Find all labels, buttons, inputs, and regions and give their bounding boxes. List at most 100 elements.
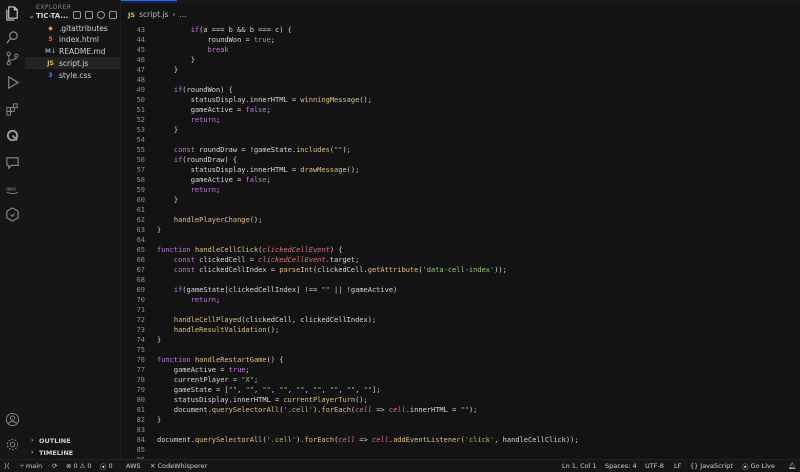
go-live-button[interactable]: ⦿ Go Live — [742, 460, 775, 472]
breadcrumb-file[interactable]: script.js — [139, 10, 168, 19]
collapse-all-icon[interactable] — [109, 11, 117, 19]
line-number: 48 — [136, 76, 145, 84]
error-icon: ⊗ — [66, 462, 72, 470]
code-line: if(roundWon) { — [173, 86, 233, 94]
codewhisperer-indicator[interactable]: ✕ CodeWhisperer — [150, 460, 207, 472]
code-line: statusDisplay.innerHTML = winningMessage… — [157, 96, 372, 104]
cursor-position-label: Ln 1, Col 1 — [562, 462, 597, 470]
code-line: } — [157, 196, 179, 204]
code-line: if(gameState[clickedCellIndex] !== "" ||… — [173, 286, 398, 294]
timeline-label: TIMELINE — [39, 448, 74, 457]
line-number: 80 — [136, 396, 145, 404]
code-line: } — [157, 226, 162, 234]
run-debug-icon[interactable] — [4, 74, 21, 91]
settings-gear-icon[interactable] — [4, 436, 21, 453]
code-line: } — [157, 66, 179, 74]
aws-label: AWS — [126, 462, 141, 470]
git-icon: ◆ — [48, 24, 53, 32]
breadcrumb-separator: › — [172, 10, 176, 19]
line-number: 43 — [136, 26, 145, 34]
go-live-label: Go Live — [750, 462, 775, 470]
line-number: 53 — [136, 126, 145, 134]
chevron-down-icon: ⌄ — [28, 11, 35, 20]
code-line: const roundDraw = !gameState.includes(""… — [173, 146, 351, 154]
line-number: 63 — [136, 226, 145, 234]
line-number: 60 — [136, 196, 145, 204]
code-line: handleResultValidation(); — [173, 326, 280, 334]
remote-explorer-icon[interactable] — [4, 127, 21, 144]
line-number: 66 — [136, 256, 145, 264]
line-number: 46 — [136, 56, 145, 64]
language-mode[interactable]: {} JavaScript — [690, 460, 733, 472]
breadcrumb-more[interactable]: ... — [179, 10, 186, 19]
encoding[interactable]: UTF-8 — [645, 460, 664, 472]
code-line: const clickedCell = clickedCellEvent.tar… — [173, 256, 360, 264]
file-item-index-html[interactable]: 5 index.html — [25, 33, 120, 45]
indentation[interactable]: Spaces: 4 — [605, 460, 637, 472]
branch-name: main — [25, 462, 43, 470]
code-line: return; — [190, 186, 221, 194]
chat-icon[interactable] — [4, 154, 21, 171]
outline-section[interactable]: › OUTLINE — [25, 435, 120, 446]
file-item-style-css[interactable]: 3 style.css — [25, 69, 120, 81]
code-line: statusDisplay.innerHTML = drawMessage(); — [157, 166, 360, 174]
code-line: roundWon = true; — [157, 36, 276, 44]
line-number: 62 — [136, 216, 145, 224]
search-icon[interactable] — [4, 29, 21, 46]
line-number: 68 — [136, 276, 145, 284]
code-content[interactable]: if(a === b && b === c) { roundWon = true… — [157, 25, 579, 444]
ports-indicator[interactable]: ⦿ 0 — [100, 460, 113, 472]
problems-indicator[interactable]: ⊗ 0 ⚠ 0 — [66, 460, 92, 472]
code-line: gameActive = true; — [157, 366, 250, 374]
tab-bar — [121, 0, 800, 4]
js-icon: JS — [47, 59, 54, 67]
code-editor[interactable]: JS script.js › ... 43 44 45 46 47 48 49 50 51 52 5… — [121, 0, 800, 464]
braces-icon: {} — [690, 462, 699, 470]
account-icon[interactable] — [4, 411, 21, 428]
code-line: function handleCellClick(clickedCellEven… — [157, 246, 343, 254]
html-icon: 5 — [48, 35, 53, 43]
folder-name: TIC-TA... — [36, 11, 69, 20]
aws-indicator[interactable]: AWS — [126, 460, 141, 472]
line-number: 69 — [136, 286, 145, 294]
new-folder-icon[interactable] — [85, 11, 93, 19]
code-line: document.querySelectorAll('.cell').forEa… — [157, 406, 478, 414]
file-item-readme[interactable]: M↓ README.md — [25, 45, 120, 57]
tab-script-js[interactable] — [121, 0, 177, 4]
status-bar: ⟩⟨ ⑂ main ⟳ ⊗ 0 ⚠ 0 ⦿ 0 AWS ✕ CodeWhispe… — [0, 459, 800, 472]
warning-count: 0 — [87, 462, 92, 470]
notifications-button[interactable]: 🔔︎ — [788, 460, 796, 472]
code-line: if(roundDraw) { — [173, 156, 238, 164]
explorer-icon[interactable] — [4, 5, 21, 22]
sync-button[interactable]: ⟳ — [52, 460, 57, 472]
code-line: gameActive = false; — [157, 176, 271, 184]
line-number: 59 — [136, 186, 145, 194]
code-line: return; — [190, 296, 221, 304]
file-name: script.js — [59, 58, 89, 68]
explorer-panel: EXPLORER ⌄ TIC-TA... ◆ .gitattributes 5 … — [25, 0, 121, 459]
new-file-icon[interactable] — [73, 11, 81, 19]
extensions-icon[interactable] — [4, 101, 21, 118]
file-item-script-js[interactable]: JS script.js — [25, 57, 120, 69]
remote-indicator[interactable]: ⟩⟨ — [4, 460, 9, 472]
line-number: 84 — [136, 436, 145, 444]
source-control-icon[interactable] — [4, 50, 21, 67]
codewhisperer-icon[interactable] — [4, 206, 21, 223]
chevron-right-icon: › — [31, 449, 34, 456]
breadcrumb[interactable]: JS script.js › ... — [128, 10, 187, 19]
timeline-section[interactable]: › TIMELINE — [25, 447, 120, 458]
code-line: return; — [190, 116, 221, 124]
vscode-window: aws EXPLORER ⌄ TIC-TA... ◆ .gitattribute… — [0, 0, 800, 472]
line-ending[interactable]: LF — [674, 460, 681, 472]
refresh-icon[interactable] — [97, 11, 105, 19]
cursor-position[interactable]: Ln 1, Col 1 — [562, 460, 597, 472]
code-line: function handleRestartGame() { — [157, 356, 284, 364]
aws-icon[interactable]: aws — [4, 180, 21, 197]
branch-indicator[interactable]: ⑂ main — [20, 460, 42, 472]
file-name: .gitattributes — [59, 23, 108, 33]
